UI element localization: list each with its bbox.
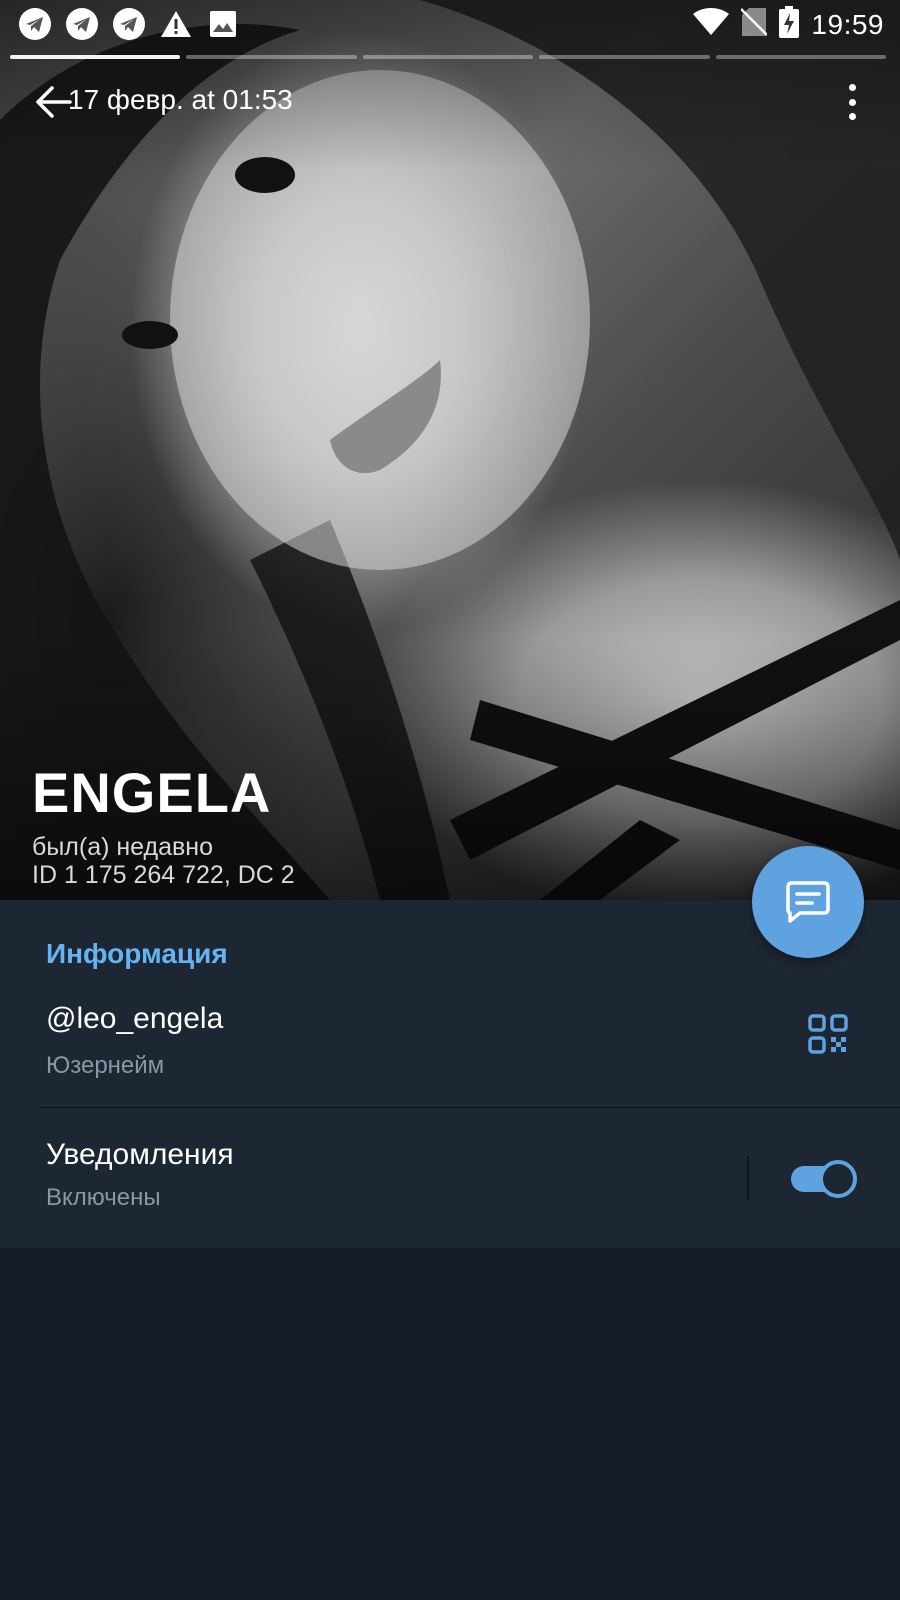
send-message-button[interactable] xyxy=(752,846,864,958)
no-sim-icon xyxy=(740,7,769,42)
divider xyxy=(40,1107,900,1108)
username-label: Юзернейм xyxy=(46,1052,165,1079)
section-title-info: Информация xyxy=(46,938,228,969)
photo-date: 17 февр. at 01:53 xyxy=(68,84,293,115)
progress-segment xyxy=(539,55,710,59)
info-panel: Информация @leo_engela Юзернейм Уведомле… xyxy=(0,900,900,1248)
progress-segment xyxy=(362,55,534,59)
notifications-title: Уведомления xyxy=(46,1138,234,1171)
message-icon xyxy=(786,881,830,923)
empty-area xyxy=(0,1248,900,1600)
battery-charging-icon xyxy=(779,6,800,43)
username-value: @leo_engela xyxy=(46,1002,224,1035)
toggle-knob xyxy=(819,1160,857,1198)
telegram-icon xyxy=(18,7,52,41)
image-icon xyxy=(206,7,240,41)
more-vert-icon xyxy=(848,84,856,91)
username-row[interactable]: @leo_engela Юзернейм xyxy=(0,992,900,1108)
telegram-icon xyxy=(112,7,146,41)
story-progress xyxy=(10,55,887,59)
qr-code-button[interactable] xyxy=(808,1014,848,1054)
progress-segment xyxy=(715,55,887,59)
user-id-line: ID 1 175 264 722, DC 2 xyxy=(32,861,295,889)
profile-name: ENGELA xyxy=(32,761,272,824)
last-seen-status: был(а) недавно xyxy=(32,833,214,861)
progress-segment xyxy=(186,55,357,59)
vertical-separator xyxy=(747,1156,749,1200)
telegram-icon xyxy=(65,7,99,41)
more-menu-button[interactable] xyxy=(842,84,862,120)
progress-segment xyxy=(10,55,181,59)
status-bar: 19:59 xyxy=(0,0,900,50)
warning-icon xyxy=(159,7,193,41)
qr-code-icon xyxy=(808,1014,848,1054)
status-clock: 19:59 xyxy=(811,8,884,40)
top-bar: 17 февр. at 01:53 xyxy=(0,70,900,134)
profile-photo[interactable]: 19:59 17 февр. at 01:53 ENGELA был(а) не… xyxy=(0,0,900,900)
notifications-state: Включены xyxy=(46,1184,161,1211)
notifications-row[interactable]: Уведомления Включены xyxy=(0,1128,900,1238)
wifi-icon xyxy=(693,8,730,41)
notifications-toggle[interactable] xyxy=(789,1160,857,1198)
